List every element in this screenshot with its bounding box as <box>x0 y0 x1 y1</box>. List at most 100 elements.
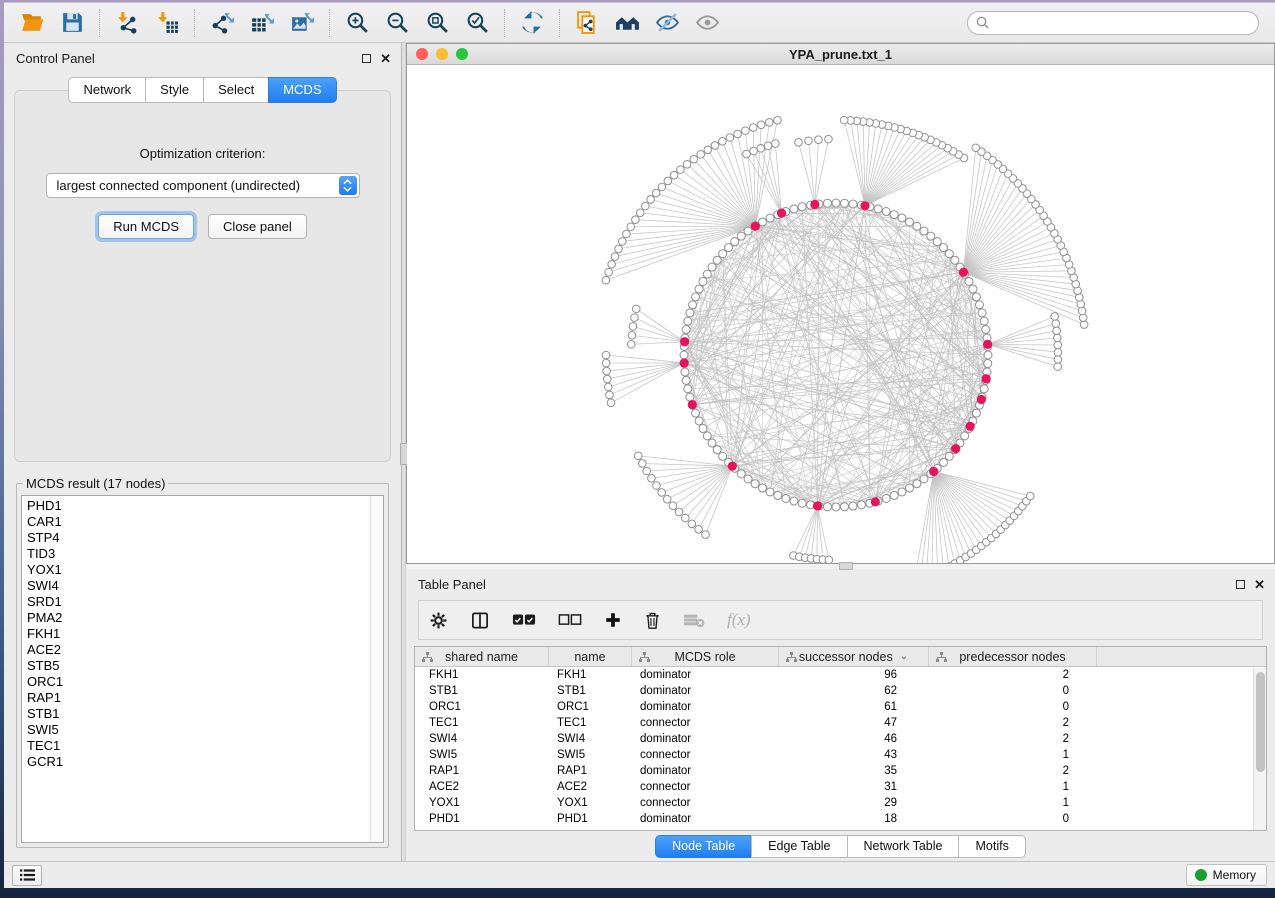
open-file-button[interactable] <box>12 7 52 39</box>
zoom-selected-button[interactable] <box>457 7 497 39</box>
search-input[interactable] <box>994 16 1250 30</box>
close-panel-button[interactable]: Close panel <box>208 214 307 239</box>
mcds-result-item[interactable]: STP4 <box>27 530 383 546</box>
table-cell: 18 <box>779 813 929 825</box>
table-row[interactable]: TEC1TEC1connector472 <box>415 715 1266 731</box>
network-graph[interactable] <box>407 65 1272 563</box>
table-scrollbar[interactable] <box>1253 668 1266 830</box>
dominator-node <box>983 340 992 349</box>
task-history-button[interactable] <box>12 865 42 886</box>
mcds-list-scrollbar[interactable] <box>370 496 383 842</box>
add-column-button[interactable] <box>604 611 622 629</box>
close-panel-icon[interactable]: ✕ <box>380 54 391 63</box>
app-window: Control Panel ✕ NetworkStyleSelectMCDS O… <box>4 2 1275 888</box>
tab-network-table[interactable]: Network Table <box>847 835 959 858</box>
vertical-splitter[interactable] <box>401 43 406 861</box>
mcds-result-item[interactable]: FKH1 <box>27 626 383 642</box>
search-box <box>967 11 1259 35</box>
table-cell: STB1 <box>415 685 549 697</box>
delete-column-button[interactable] <box>644 611 661 630</box>
memory-button[interactable]: Memory <box>1186 864 1267 886</box>
tab-network[interactable]: Network <box>68 77 145 103</box>
show-all-button[interactable] <box>687 7 727 39</box>
mcds-result-item[interactable]: GCR1 <box>27 754 383 770</box>
column-header-predecessor-nodes[interactable]: predecessor nodes <box>929 647 1097 666</box>
table-cell: 0 <box>929 813 1097 825</box>
table-delete-icon <box>683 613 705 628</box>
column-header-name[interactable]: name <box>549 647 632 666</box>
table-cell: PHD1 <box>549 813 632 825</box>
mcds-result-item[interactable]: SWI4 <box>27 578 383 594</box>
table-panel: Table Panel ✕ f(x) s <box>406 569 1275 861</box>
network-window-titlebar[interactable]: YPA_prune.txt_1 <box>407 44 1274 65</box>
mcds-result-item[interactable]: TID3 <box>27 546 383 562</box>
table-row[interactable]: SWI5SWI5connector431 <box>415 747 1266 763</box>
mcds-result-item[interactable]: SRD1 <box>27 594 383 610</box>
tab-mcds[interactable]: MCDS <box>268 77 336 103</box>
mcds-result-item[interactable]: PMA2 <box>27 610 383 626</box>
float-panel-icon[interactable] <box>362 54 371 63</box>
zoom-out-button[interactable] <box>377 7 417 39</box>
mcds-result-item[interactable]: PHD1 <box>27 498 383 514</box>
column-header-successor-nodes[interactable]: successor nodes⌄ <box>779 647 929 666</box>
first-neighbors-button[interactable] <box>607 7 647 39</box>
window-close-dot[interactable] <box>416 48 428 60</box>
table-row[interactable]: FKH1FKH1dominator962 <box>415 667 1266 683</box>
column-header-shared-name[interactable]: shared name <box>415 647 549 666</box>
mcds-result-list[interactable]: PHD1CAR1STP4TID3YOX1SWI4SRD1PMA2FKH1ACE2… <box>21 495 384 843</box>
import-network-button[interactable] <box>107 7 147 39</box>
optimization-criterion-select[interactable]: largest connected component (undirected) <box>46 173 360 198</box>
horizontal-splitter[interactable] <box>406 564 1275 569</box>
export-table-button[interactable] <box>242 7 282 39</box>
table-cell: dominator <box>632 685 779 697</box>
deselect-all-rows-button[interactable] <box>558 613 582 627</box>
table-settings-button[interactable] <box>429 611 448 630</box>
refresh-view-button[interactable] <box>512 7 552 39</box>
window-maximize-dot[interactable] <box>456 48 468 60</box>
table-row[interactable]: ORC1ORC1dominator610 <box>415 699 1266 715</box>
network-canvas[interactable] <box>407 65 1274 563</box>
mcds-result-item[interactable]: STB1 <box>27 706 383 722</box>
zoom-in-button[interactable] <box>337 7 377 39</box>
control-panel-title: Control Panel <box>16 51 95 66</box>
mcds-result-item[interactable]: ACE2 <box>27 642 383 658</box>
mcds-result-item[interactable]: SWI5 <box>27 722 383 738</box>
new-network-from-selection-button[interactable] <box>567 7 607 39</box>
mcds-result-item[interactable]: ORC1 <box>27 674 383 690</box>
hide-selected-button[interactable] <box>647 7 687 39</box>
tab-style[interactable]: Style <box>145 77 203 103</box>
tab-edge-table[interactable]: Edge Table <box>751 835 846 858</box>
column-header-MCDS-role[interactable]: MCDS role <box>632 647 779 666</box>
show-columns-button[interactable] <box>470 611 490 630</box>
mcds-result-item[interactable]: STB5 <box>27 658 383 674</box>
mcds-result-item[interactable]: RAP1 <box>27 690 383 706</box>
table-row[interactable]: STB1STB1dominator620 <box>415 683 1266 699</box>
tab-select[interactable]: Select <box>203 77 268 103</box>
tab-node-table[interactable]: Node Table <box>655 835 751 858</box>
table-row[interactable]: SWI4SWI4dominator462 <box>415 731 1266 747</box>
mcds-result-item[interactable]: YOX1 <box>27 562 383 578</box>
window-minimize-dot[interactable] <box>436 48 448 60</box>
run-mcds-button[interactable]: Run MCDS <box>98 214 194 239</box>
import-table-button[interactable] <box>147 7 187 39</box>
table-cell: YOX1 <box>415 797 549 809</box>
export-image-icon <box>290 10 315 35</box>
table-row[interactable]: YOX1YOX1connector291 <box>415 795 1266 811</box>
select-all-rows-button[interactable] <box>512 613 536 627</box>
zoom-fit-button[interactable] <box>417 7 457 39</box>
mcds-result-item[interactable]: CAR1 <box>27 514 383 530</box>
scrollbar-thumb[interactable] <box>1256 672 1265 772</box>
float-panel-icon[interactable] <box>1236 580 1245 589</box>
save-session-button[interactable] <box>52 7 92 39</box>
splitter-grip[interactable] <box>839 562 853 570</box>
mcds-result-item[interactable]: TEC1 <box>27 738 383 754</box>
table-cell: 61 <box>779 701 929 713</box>
close-panel-icon[interactable]: ✕ <box>1254 580 1265 589</box>
export-image-button[interactable] <box>282 7 322 39</box>
tab-motifs[interactable]: Motifs <box>958 835 1025 858</box>
table-row[interactable]: ACE2ACE2connector311 <box>415 779 1266 795</box>
table-row[interactable]: RAP1RAP1dominator352 <box>415 763 1266 779</box>
delete-table-button <box>683 613 705 628</box>
export-network-button[interactable] <box>202 7 242 39</box>
table-row[interactable]: PHD1PHD1dominator180 <box>415 811 1266 827</box>
